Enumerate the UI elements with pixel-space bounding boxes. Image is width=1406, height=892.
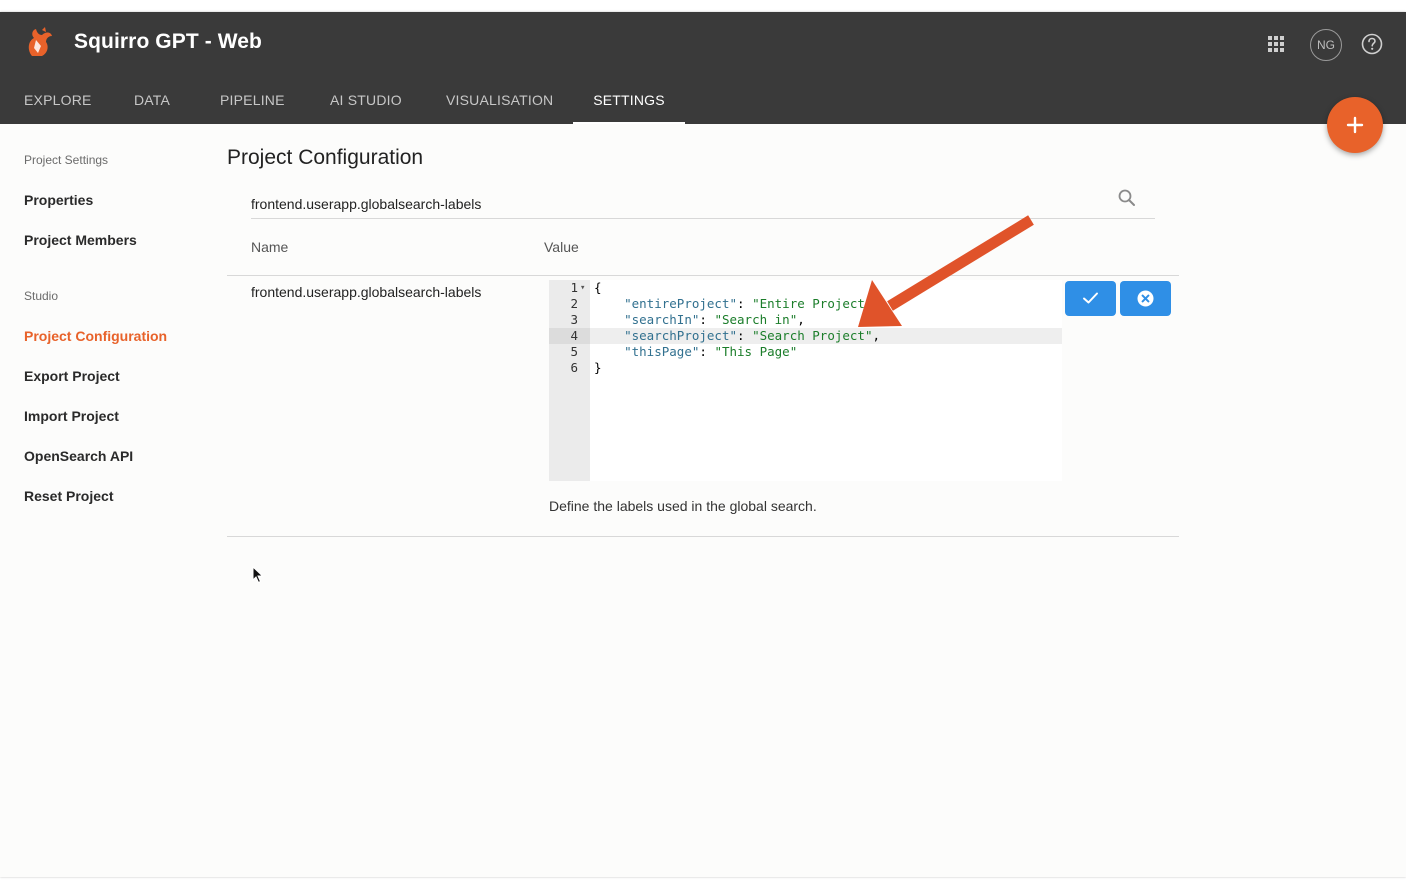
line-number: 5 [570, 344, 578, 359]
tab-data[interactable]: DATA [134, 82, 170, 124]
json-key: "searchProject" [624, 328, 737, 343]
sidebar-item-project-configuration[interactable]: Project Configuration [24, 328, 167, 344]
mouse-cursor-icon [252, 566, 264, 584]
sidebar-section-project-settings: Project Settings [24, 153, 109, 167]
top-bar: Squirro GPT - Web NG EXPLORE DATA PIPELI… [0, 12, 1406, 124]
line-number: 4 [549, 328, 590, 344]
config-row-name: frontend.userapp.globalsearch-labels [251, 284, 482, 300]
annotation-arrow [858, 215, 1034, 327]
code-text: "searchProject": "Search Project", [594, 328, 880, 344]
sidebar-item-properties[interactable]: Properties [24, 192, 93, 208]
json-value: "This Page" [714, 344, 798, 359]
code-text: "searchIn": "Search in", [594, 312, 805, 328]
sidebar-item-opensearch-api[interactable]: OpenSearch API [24, 448, 133, 464]
column-header-value: Value [544, 239, 579, 255]
add-button[interactable] [1327, 97, 1383, 153]
page-title: Project Configuration [227, 146, 424, 169]
fold-toggle-icon[interactable]: ▾ [580, 280, 585, 296]
code-line: 6 } [549, 360, 1062, 376]
line-number: 6 [570, 360, 578, 375]
tab-explore[interactable]: EXPLORE [24, 82, 91, 124]
tab-visualisation[interactable]: VISUALISATION [446, 82, 553, 124]
line-number: 3 [570, 312, 578, 327]
column-header-name: Name [251, 239, 289, 255]
code-line: 5 "thisPage": "This Page" [549, 344, 1062, 360]
cancel-button[interactable] [1120, 281, 1171, 316]
plus-icon [1346, 116, 1364, 134]
code-text: { [594, 280, 602, 295]
json-separator: : [737, 296, 753, 311]
tab-pipeline[interactable]: PIPELINE [220, 82, 284, 124]
search-icon[interactable] [1117, 188, 1137, 208]
tab-settings[interactable]: SETTINGS [573, 82, 685, 124]
app-title: Squirro GPT - Web [74, 30, 262, 53]
json-separator: : [699, 344, 715, 359]
sidebar-item-export-project[interactable]: Export Project [24, 368, 120, 384]
json-key: "entireProject" [624, 296, 737, 311]
json-key: "searchIn" [624, 312, 700, 327]
save-button[interactable] [1065, 281, 1116, 316]
json-separator: : [699, 312, 715, 327]
squirrel-logo-icon[interactable] [24, 26, 54, 60]
tab-ai-studio[interactable]: AI STUDIO [330, 82, 402, 124]
help-circle-icon[interactable] [1361, 33, 1383, 55]
config-description: Define the labels used in the global sea… [549, 498, 817, 514]
app-window: Squirro GPT - Web NG EXPLORE DATA PIPELI… [0, 12, 1406, 877]
apps-grid-icon[interactable] [1267, 35, 1285, 53]
json-key: "thisPage" [624, 344, 700, 359]
code-text: } [594, 360, 602, 375]
json-comma: , [797, 312, 805, 327]
json-value: "Search in" [714, 312, 798, 327]
code-text: "entireProject": "Entire Project", [594, 296, 880, 312]
sidebar-item-import-project[interactable]: Import Project [24, 408, 119, 424]
close-circle-icon [1137, 290, 1154, 307]
user-avatar[interactable]: NG [1310, 29, 1342, 61]
line-number: 2 [570, 296, 578, 311]
json-separator: : [737, 328, 753, 343]
table-row-divider [227, 536, 1179, 537]
check-icon [1083, 292, 1098, 304]
code-text: "thisPage": "This Page" [594, 344, 797, 360]
sidebar-item-project-members[interactable]: Project Members [24, 232, 137, 248]
sidebar-section-studio: Studio [24, 289, 59, 303]
sidebar-item-reset-project[interactable]: Reset Project [24, 488, 113, 504]
